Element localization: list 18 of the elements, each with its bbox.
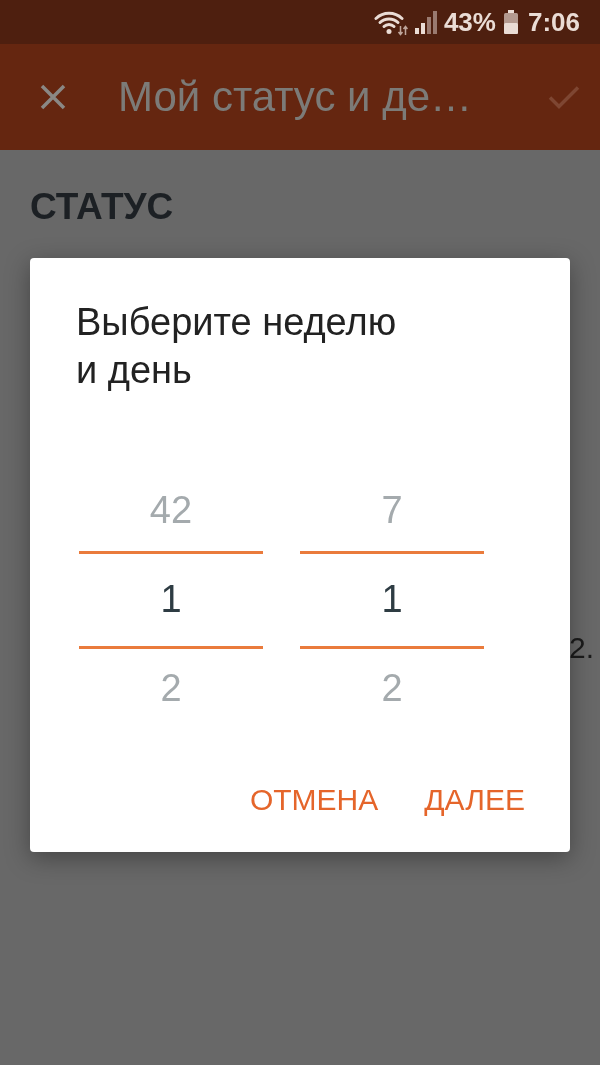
picker-value[interactable]: 1 [160,579,182,621]
picker-value[interactable]: 1 [381,579,403,621]
battery-icon [502,10,519,34]
clock-time: 7:06 [527,9,580,35]
signal-icon [414,10,437,34]
app-bar-title: Мой статус и де… [118,71,473,122]
section-heading: СТАТУС [30,185,175,229]
picker-value[interactable]: 7 [381,490,403,532]
cancel-button[interactable]: ОТМЕНА [237,776,391,824]
picker-value[interactable]: 42 [149,490,193,532]
battery-percent: 43% [443,9,496,35]
picker-value[interactable]: 2 [381,668,403,710]
picker-value[interactable]: 2 [160,668,182,710]
close-icon[interactable] [40,84,66,110]
partial-text: 2. [568,631,594,665]
next-button[interactable]: ДАЛЕЕ [412,776,537,824]
check-icon[interactable] [548,85,580,109]
dialog-title: Выберите неделю и день [76,300,398,393]
